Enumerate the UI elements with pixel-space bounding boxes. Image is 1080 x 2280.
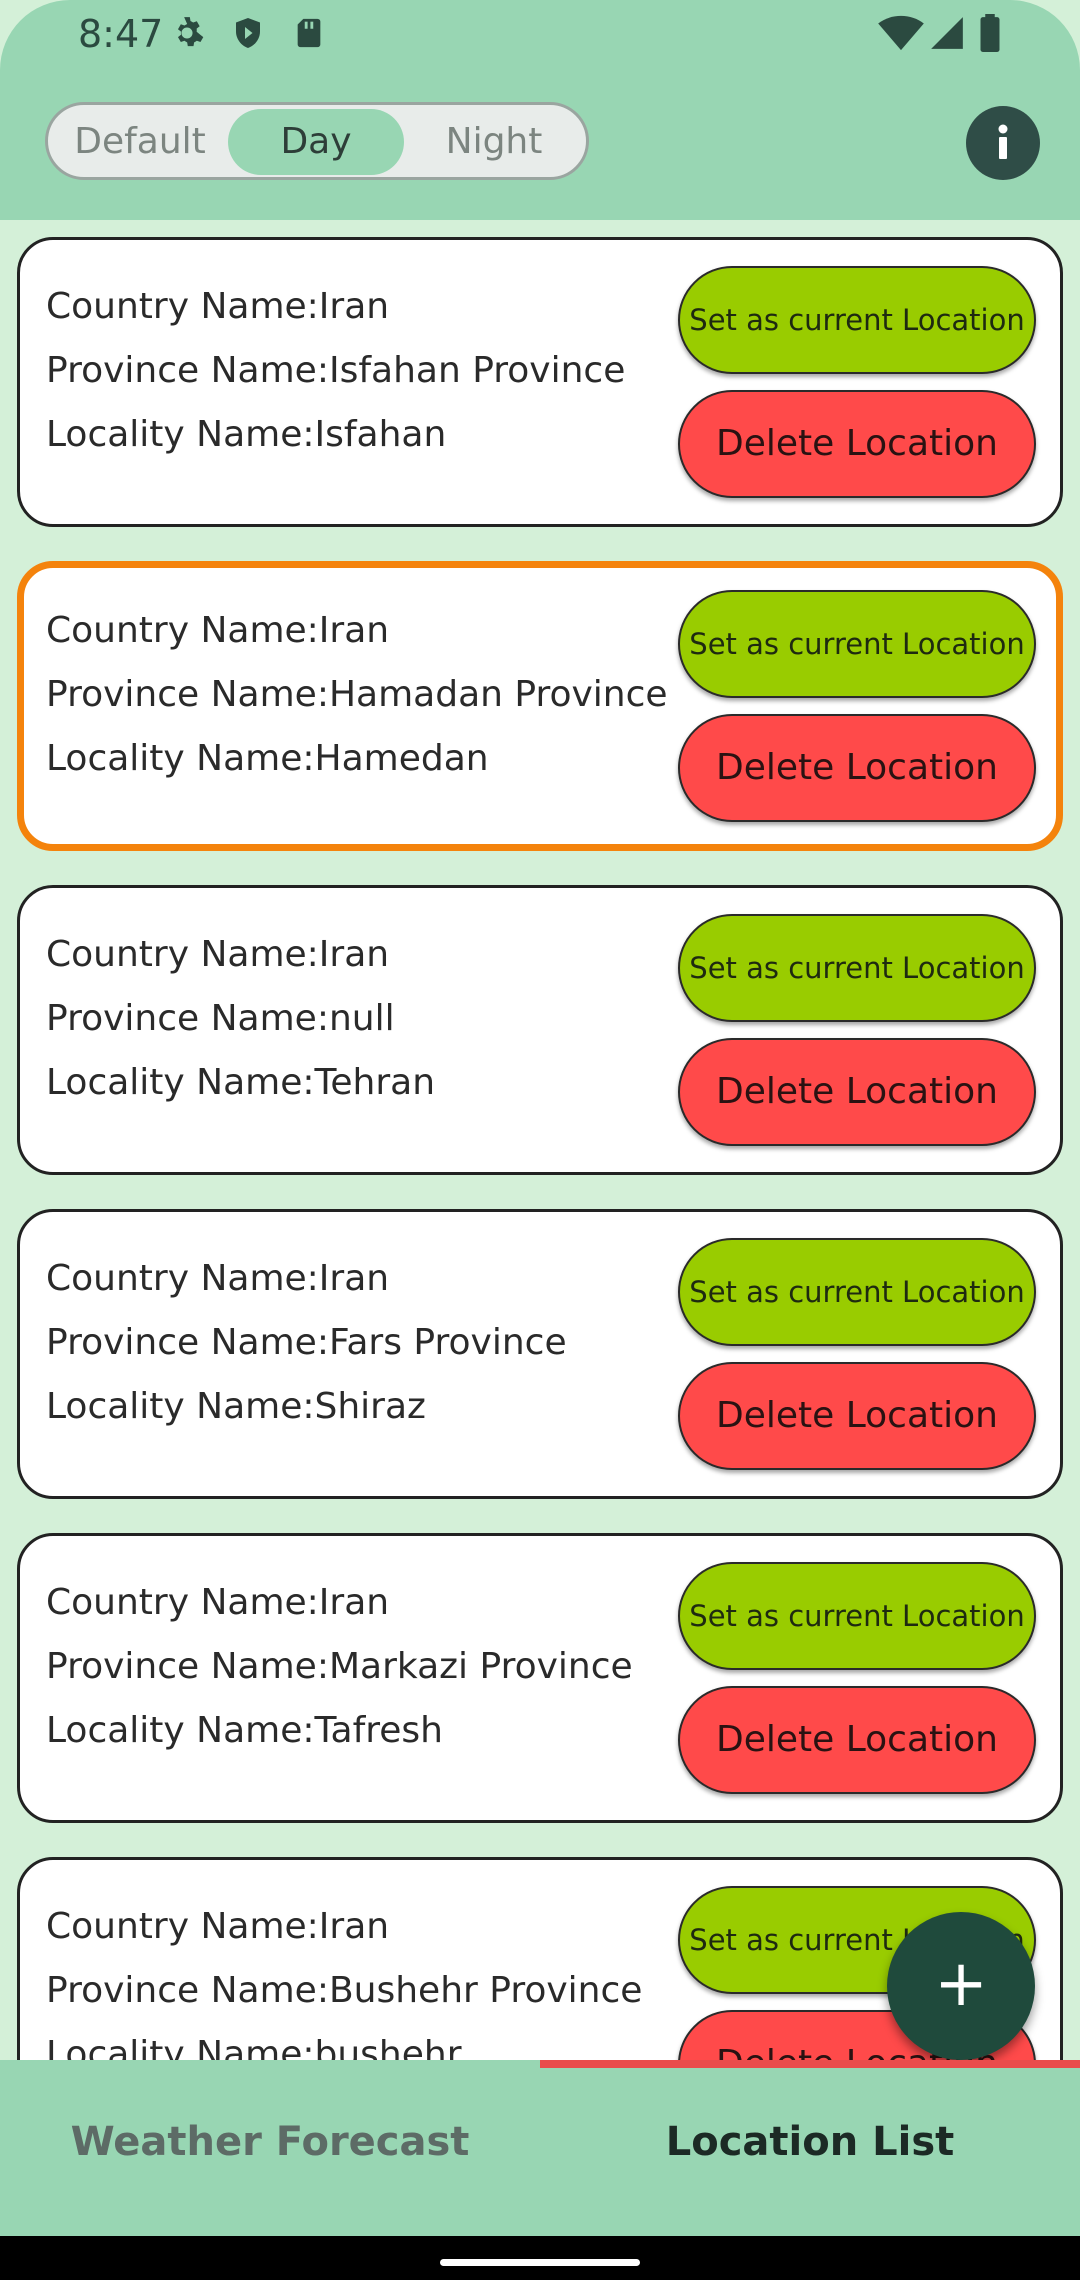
country-name: Country Name:Iran xyxy=(46,610,390,651)
home-handle[interactable] xyxy=(440,2259,640,2266)
status-time: 8:47 xyxy=(78,12,164,56)
tab-location-list[interactable]: Location List xyxy=(540,2060,1080,2236)
info-button[interactable] xyxy=(966,106,1040,180)
location-card: Country Name:Iran Province Name:Markazi … xyxy=(17,1533,1063,1823)
country-name: Country Name:Iran xyxy=(46,1258,390,1299)
locality-name: Locality Name:Tafresh xyxy=(46,1710,444,1751)
theme-option-default[interactable]: Default xyxy=(52,109,228,175)
country-name: Country Name:Iran xyxy=(46,1582,390,1623)
locality-name: Locality Name:Tehran xyxy=(46,1062,436,1103)
settings-icon xyxy=(168,14,206,56)
wifi-icon xyxy=(878,14,924,56)
set-current-location-button[interactable]: Set as current Location xyxy=(678,266,1036,374)
delete-location-button[interactable]: Delete Location xyxy=(678,1362,1036,1470)
app-bar: Default Day Night xyxy=(0,72,1080,220)
province-name: Province Name:Isfahan Province xyxy=(46,350,626,391)
province-name: Province Name:null xyxy=(46,998,395,1039)
theme-option-day[interactable]: Day xyxy=(228,109,404,175)
set-current-location-button[interactable]: Set as current Location xyxy=(678,1238,1036,1346)
sd-card-icon xyxy=(292,14,326,56)
province-name: Province Name:Fars Province xyxy=(46,1322,567,1363)
location-card: Country Name:Iran Province Name:Isfahan … xyxy=(17,237,1063,527)
theme-option-night[interactable]: Night xyxy=(406,109,582,175)
location-card: Country Name:Iran Province Name:null Loc… xyxy=(17,885,1063,1175)
bottom-tab-bar: Weather Forecast Location List xyxy=(0,2060,1080,2236)
country-name: Country Name:Iran xyxy=(46,1906,390,1947)
system-nav-bar xyxy=(0,2236,1080,2280)
province-name: Province Name:Markazi Province xyxy=(46,1646,633,1687)
locality-name: Locality Name:Isfahan xyxy=(46,414,447,455)
info-icon xyxy=(998,124,1008,159)
add-location-button[interactable]: + xyxy=(887,1912,1035,2060)
battery-icon xyxy=(978,14,1002,56)
location-card-selected: Country Name:Iran Province Name:Hamadan … xyxy=(17,561,1063,851)
plus-icon: + xyxy=(934,1947,988,2021)
delete-location-button[interactable]: Delete Location xyxy=(678,1686,1036,1794)
signal-icon xyxy=(928,14,966,56)
delete-location-button[interactable]: Delete Location xyxy=(678,1038,1036,1146)
tab-indicator xyxy=(540,2060,1080,2068)
country-name: Country Name:Iran xyxy=(46,934,390,975)
locality-name: Locality Name:Hamedan xyxy=(46,738,489,779)
delete-location-button[interactable]: Delete Location xyxy=(678,390,1036,498)
locality-name: Locality Name:bushehr xyxy=(46,2034,462,2060)
tab-weather-forecast[interactable]: Weather Forecast xyxy=(0,2060,540,2236)
locality-name: Locality Name:Shiraz xyxy=(46,1386,426,1427)
country-name: Country Name:Iran xyxy=(46,286,390,327)
shield-icon xyxy=(230,14,266,56)
delete-location-button[interactable]: Delete Location xyxy=(678,714,1036,822)
app-screen: 8:47 Default Day Night Country Name:Iran… xyxy=(0,0,1080,2280)
location-list[interactable]: Country Name:Iran Province Name:Isfahan … xyxy=(0,220,1080,2060)
location-card: Country Name:Iran Province Name:Fars Pro… xyxy=(17,1209,1063,1499)
status-bar: 8:47 xyxy=(0,0,1080,72)
set-current-location-button[interactable]: Set as current Location xyxy=(678,1562,1036,1670)
set-current-location-button[interactable]: Set as current Location xyxy=(678,590,1036,698)
province-name: Province Name:Hamadan Province xyxy=(46,674,668,715)
set-current-location-button[interactable]: Set as current Location xyxy=(678,914,1036,1022)
province-name: Province Name:Bushehr Province xyxy=(46,1970,643,2011)
theme-toggle: Default Day Night xyxy=(45,102,589,180)
